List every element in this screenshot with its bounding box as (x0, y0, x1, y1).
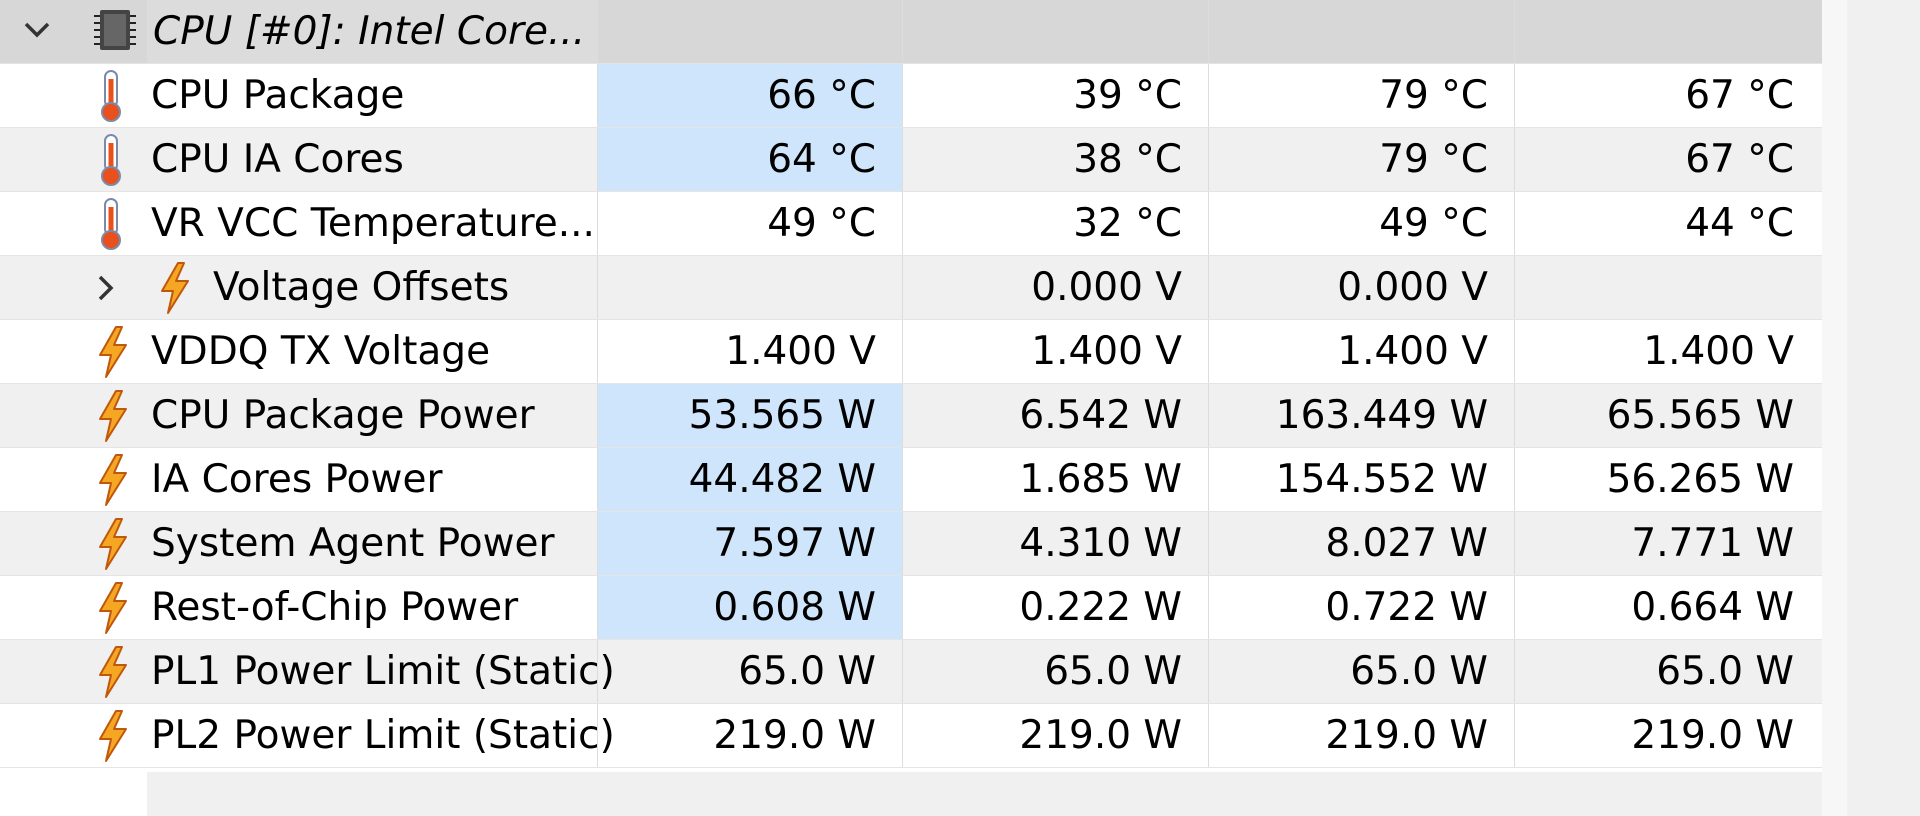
scrollbar-gap (1822, 0, 1847, 816)
sensor-label: CPU Package Power (151, 393, 535, 438)
lightning-icon (99, 710, 127, 762)
sensor-label: Voltage Offsets (213, 265, 510, 310)
value-avg: 56.265 W (1514, 448, 1820, 511)
sensor-label: IA Cores Power (151, 457, 443, 502)
sensor-row[interactable]: IA Cores Power 44.482 W 1.685 W 154.552 W 56… (0, 448, 1845, 512)
thermometer-icon (101, 134, 121, 186)
sensor-label: CPU IA Cores (151, 137, 404, 182)
sensor-row[interactable]: CPU Package Power 53.565 W 6.542 W 163.449 … (0, 384, 1845, 448)
lightning-icon (99, 326, 127, 378)
value-min: 0.000 V (902, 256, 1208, 319)
value-max (1208, 0, 1514, 63)
value-avg: 67 °C (1514, 128, 1820, 191)
value-current: 1.400 V (597, 320, 902, 383)
value-min: 32 °C (902, 192, 1208, 255)
value-avg: 65.565 W (1514, 384, 1820, 447)
value-max: 65.0 W (1208, 640, 1514, 703)
sensor-row[interactable]: CPU IA Cores 64 °C 38 °C 79 °C 67 °C (0, 128, 1845, 192)
value-min: 4.310 W (902, 512, 1208, 575)
sensor-label: Rest-of-Chip Power (151, 585, 519, 630)
value-min: 6.542 W (902, 384, 1208, 447)
value-current: 65.0 W (597, 640, 902, 703)
value-avg (1514, 0, 1820, 63)
value-min: 219.0 W (902, 704, 1208, 767)
value-avg (1514, 256, 1820, 319)
vertical-scrollbar[interactable] (1847, 0, 1920, 816)
sensor-label: System Agent Power (151, 521, 555, 566)
value-current: 44.482 W (597, 448, 902, 511)
value-min (902, 0, 1208, 63)
sensor-row[interactable]: System Agent Power 7.597 W 4.310 W 8.027 W7… (0, 512, 1845, 576)
value-max: 163.449 W (1208, 384, 1514, 447)
value-current: 66 °C (597, 64, 902, 127)
value-avg: 44 °C (1514, 192, 1820, 255)
value-min: 38 °C (902, 128, 1208, 191)
value-avg: 1.400 V (1514, 320, 1820, 383)
thermometer-icon (101, 198, 121, 250)
sensor-label: VR VCC Temperature... (151, 201, 595, 246)
sensor-label: PL2 Power Limit (Static) (151, 713, 615, 758)
value-max: 79 °C (1208, 64, 1514, 127)
sensor-row[interactable]: CPU Package 66 °C 39 °C 79 °C 67 °C (0, 64, 1845, 128)
value-min: 39 °C (902, 64, 1208, 127)
group-row-cpu[interactable]: CPU [#0]: Intel Core... (0, 0, 1845, 64)
value-current: 0.608 W (597, 576, 902, 639)
value-max: 79 °C (1208, 128, 1514, 191)
value-min: 0.222 W (902, 576, 1208, 639)
value-max: 8.027 W (1208, 512, 1514, 575)
thermometer-icon (101, 70, 121, 122)
value-min: 1.400 V (902, 320, 1208, 383)
value-min: 1.685 W (902, 448, 1208, 511)
sensor-row[interactable]: VDDQ TX Voltage 1.400 V 1.400 V 1.400 V 1.40… (0, 320, 1845, 384)
sensor-label: VDDQ TX Voltage (151, 329, 491, 374)
value-avg: 219.0 W (1514, 704, 1820, 767)
value-max: 0.000 V (1208, 256, 1514, 319)
value-avg: 67 °C (1514, 64, 1820, 127)
value-max: 1.400 V (1208, 320, 1514, 383)
value-current: 7.597 W (597, 512, 902, 575)
value-avg: 7.771 W (1514, 512, 1820, 575)
sensor-row[interactable]: VR VCC Temperature... 49 °C 32 °C 49 °C 44 °… (0, 192, 1845, 256)
lightning-icon (99, 582, 127, 634)
value-avg: 0.664 W (1514, 576, 1820, 639)
value-current: 53.565 W (597, 384, 902, 447)
sensor-row[interactable]: Rest-of-Chip Power 0.608 W 0.222 W 0.722 W0… (0, 576, 1845, 640)
value-avg: 65.0 W (1514, 640, 1820, 703)
value-current: 64 °C (597, 128, 902, 191)
value-max: 49 °C (1208, 192, 1514, 255)
sensor-label: PL1 Power Limit (Static) (151, 649, 615, 694)
value-current (597, 0, 902, 63)
lightning-icon (99, 454, 127, 506)
sensor-row[interactable]: Voltage Offsets 0.000 V 0.000 V (0, 256, 1845, 320)
bottom-strip (147, 772, 1822, 816)
lightning-icon (99, 646, 127, 698)
group-label: CPU [#0]: Intel Core... (153, 9, 586, 54)
lightning-icon (99, 518, 127, 570)
value-current (597, 256, 902, 319)
value-current: 49 °C (597, 192, 902, 255)
value-current: 219.0 W (597, 704, 902, 767)
lightning-icon (99, 390, 127, 442)
sensor-row[interactable]: PL2 Power Limit (Static) 219.0 W 219.0 W 21… (0, 704, 1845, 768)
sensor-label: CPU Package (151, 73, 405, 118)
sensor-row[interactable]: PL1 Power Limit (Static) 65.0 W 65.0 W 65.0… (0, 640, 1845, 704)
chevron-down-icon[interactable] (22, 14, 52, 44)
value-max: 0.722 W (1208, 576, 1514, 639)
value-max: 219.0 W (1208, 704, 1514, 767)
value-max: 154.552 W (1208, 448, 1514, 511)
value-min: 65.0 W (902, 640, 1208, 703)
cpu-chip-icon (94, 10, 136, 50)
chevron-right-icon[interactable] (92, 273, 118, 303)
lightning-icon (161, 262, 189, 314)
